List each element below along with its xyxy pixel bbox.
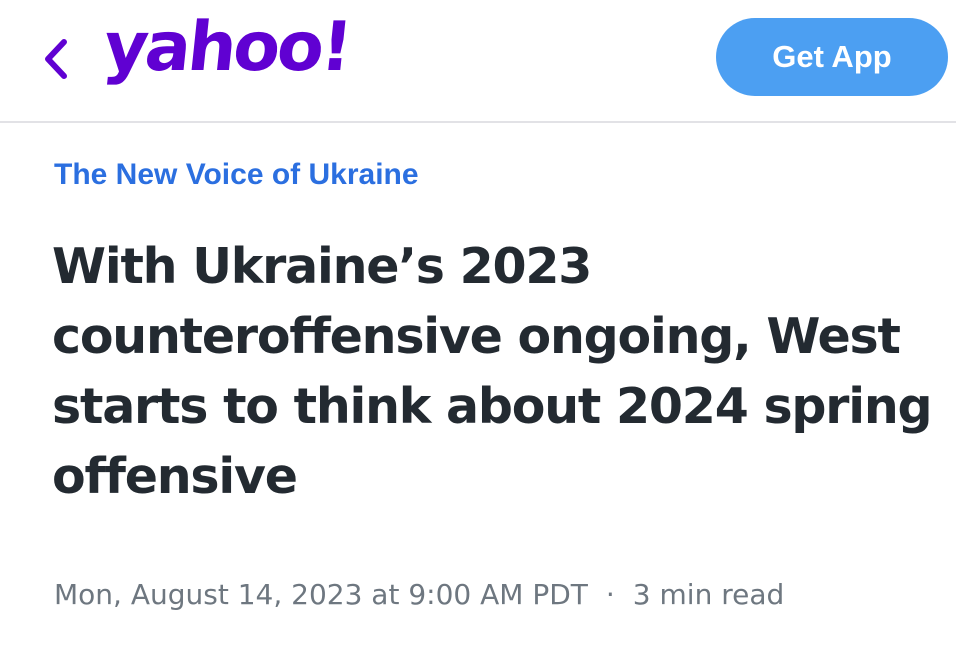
article-headline: With Ukraine’s 2023 counteroffensive ong… (52, 238, 933, 505)
yahoo-logo[interactable]: yahoo! (100, 8, 353, 87)
back-button[interactable] (36, 32, 76, 86)
publish-date: Mon, August 14, 2023 at 9:00 AM PDT (54, 578, 588, 611)
article-meta: Mon, August 14, 2023 at 9:00 AM PDT · 3 mi… (54, 578, 784, 611)
meta-separator: · (605, 578, 615, 611)
get-app-button[interactable]: Get App (716, 18, 948, 96)
top-bar: yahoo! Get App (0, 0, 956, 122)
chevron-left-icon (45, 39, 67, 79)
header-divider (0, 121, 956, 123)
publisher-link[interactable]: The New Voice of Ukraine (54, 158, 419, 192)
read-time: 3 min read (632, 578, 785, 611)
